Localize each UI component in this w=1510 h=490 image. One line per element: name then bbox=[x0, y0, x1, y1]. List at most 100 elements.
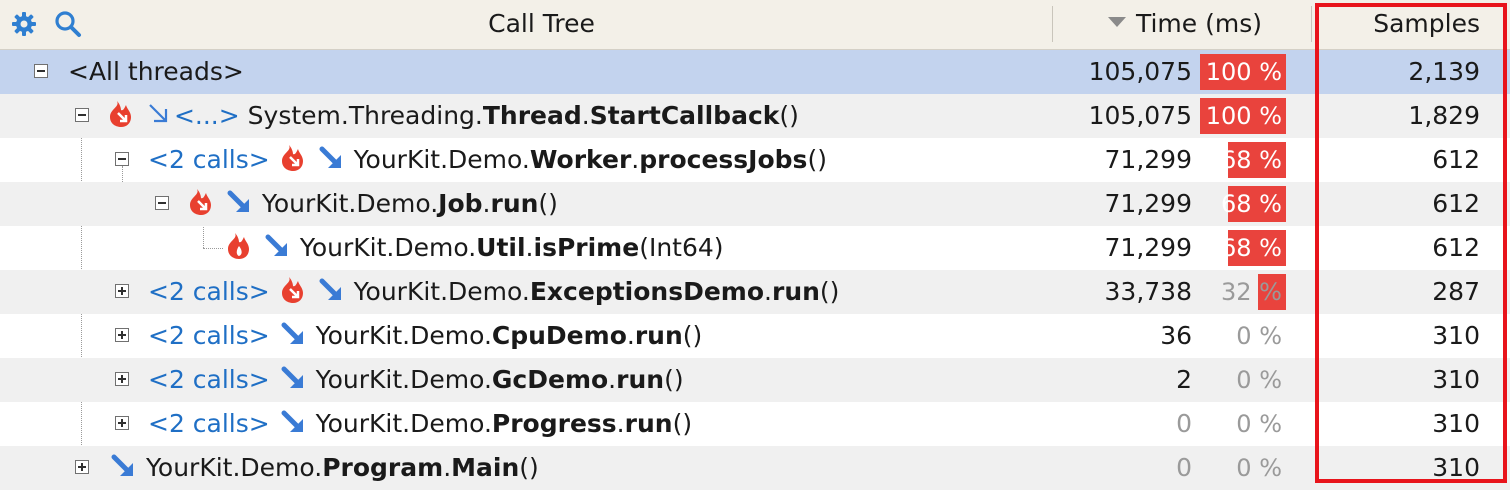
time-value: 71,299 bbox=[1104, 233, 1192, 262]
expand-toggle[interactable] bbox=[115, 328, 129, 342]
samples-value: 310 bbox=[1432, 409, 1480, 438]
flame-arrow-icon bbox=[110, 101, 131, 127]
package-name: YourKit.Demo. bbox=[315, 321, 492, 350]
samples-value: 1,829 bbox=[1408, 101, 1480, 130]
call-tree-header: Call Tree Time (ms) Samples bbox=[0, 0, 1510, 50]
ellipsis-link[interactable]: <...> bbox=[174, 101, 240, 130]
method-params: () bbox=[779, 101, 799, 130]
method-label: isPrime bbox=[533, 233, 640, 262]
time-percent: 68 % bbox=[1200, 230, 1286, 266]
time-value: 2 bbox=[1176, 365, 1192, 394]
samples-value: 2,139 bbox=[1408, 57, 1480, 86]
class-name: Worker bbox=[529, 145, 632, 174]
time-percent: 0 % bbox=[1200, 362, 1286, 398]
collapse-toggle[interactable] bbox=[75, 108, 89, 122]
table-row[interactable]: YourKit.Demo.Program.Main() 0 0 % 310 bbox=[0, 446, 1510, 490]
method-name: <2 calls> YourKit.Demo.ExceptionsDemo.ru… bbox=[148, 270, 839, 314]
class-name: Progress bbox=[491, 409, 617, 438]
class-name: Util bbox=[476, 233, 526, 262]
package-name: YourKit.Demo. bbox=[315, 365, 492, 394]
callee-arrow-icon bbox=[319, 146, 341, 168]
separator-dot: . bbox=[764, 277, 772, 306]
table-row[interactable]: YourKit.Demo.Job.run() 71,299 68 % 612 bbox=[0, 182, 1510, 226]
percent-label: 100 % bbox=[1205, 58, 1282, 86]
time-value: 0 bbox=[1176, 409, 1192, 438]
sort-descending-icon bbox=[1107, 17, 1126, 27]
column-header-time-label: Time (ms) bbox=[1135, 9, 1262, 38]
time-value: 0 bbox=[1176, 453, 1192, 482]
callee-arrow-icon bbox=[319, 278, 341, 300]
table-row[interactable]: <All threads> 105,075 100 % 2,139 bbox=[0, 50, 1510, 94]
expand-toggle[interactable] bbox=[115, 416, 129, 430]
table-row[interactable]: <2 calls> YourKit.Demo.ExceptionsDemo.ru… bbox=[0, 270, 1510, 314]
percent-label: 0 % bbox=[1236, 322, 1282, 350]
separator-dot: . bbox=[626, 321, 635, 350]
calls-link[interactable]: <2 calls> bbox=[148, 409, 270, 438]
column-header-call-tree[interactable]: Call Tree bbox=[90, 0, 993, 49]
callee-arrow-icon bbox=[281, 366, 303, 388]
method-params: () bbox=[819, 277, 840, 306]
calls-link[interactable]: <2 calls> bbox=[148, 145, 270, 174]
column-divider[interactable] bbox=[1052, 6, 1053, 42]
method-params: () bbox=[664, 365, 684, 394]
calls-link[interactable]: <2 calls> bbox=[148, 321, 270, 350]
search-icon[interactable] bbox=[54, 10, 82, 38]
method-name: <All threads> bbox=[68, 50, 244, 94]
column-header-time[interactable]: Time (ms) bbox=[1060, 0, 1310, 49]
flame-arrow-icon bbox=[281, 277, 303, 303]
collapse-toggle[interactable] bbox=[115, 152, 129, 166]
class-name: GcDemo bbox=[491, 365, 609, 394]
package-name: System.Threading. bbox=[247, 101, 483, 130]
method-name: <2 calls> YourKit.Demo.GcDemo.run() bbox=[148, 358, 684, 402]
collapse-toggle[interactable] bbox=[155, 196, 169, 210]
method-name: <2 calls> YourKit.Demo.CpuDemo.run() bbox=[148, 314, 702, 358]
method-label: run bbox=[616, 365, 665, 394]
package-name: YourKit.Demo. bbox=[145, 453, 323, 482]
method-name: YourKit.Demo.Job.run() bbox=[186, 182, 558, 226]
class-name: Program bbox=[322, 453, 444, 482]
table-row[interactable]: <2 calls> YourKit.Demo.CpuDemo.run() 36 … bbox=[0, 314, 1510, 358]
column-divider[interactable] bbox=[1311, 6, 1312, 42]
method-params: () bbox=[538, 189, 558, 218]
class-name: Job bbox=[438, 189, 483, 218]
collapse-toggle[interactable] bbox=[34, 64, 48, 78]
table-row[interactable]: <2 calls> YourKit.Demo.GcDemo.run() 2 0 … bbox=[0, 358, 1510, 402]
method-params: (Int64) bbox=[639, 233, 724, 262]
callee-arrow-icon bbox=[281, 410, 303, 432]
column-header-samples[interactable]: Samples bbox=[1330, 0, 1480, 49]
method-label: StartCallback bbox=[589, 101, 780, 130]
time-value: 36 bbox=[1160, 321, 1192, 350]
samples-value: 310 bbox=[1432, 365, 1480, 394]
method-name: YourKit.Demo.Util.isPrime(Int64) bbox=[224, 226, 724, 270]
percent-label: 0 % bbox=[1236, 410, 1282, 438]
samples-value: 310 bbox=[1432, 321, 1480, 350]
expand-toggle[interactable] bbox=[115, 372, 129, 386]
samples-value: 612 bbox=[1432, 189, 1480, 218]
calls-link[interactable]: <2 calls> bbox=[148, 277, 270, 306]
method-params: () bbox=[672, 409, 693, 438]
callee-arrow-icon bbox=[281, 322, 303, 344]
table-row[interactable]: <...> System.Threading.Thread.StartCallb… bbox=[0, 94, 1510, 138]
method-params: () bbox=[807, 145, 827, 174]
gear-icon[interactable] bbox=[10, 10, 38, 38]
method-name: <2 calls> YourKit.Demo.Progress.run() bbox=[148, 402, 692, 446]
calls-link[interactable]: <2 calls> bbox=[148, 365, 270, 394]
samples-value: 612 bbox=[1432, 145, 1480, 174]
percent-label: 32 % bbox=[1221, 278, 1282, 306]
table-row[interactable]: <2 calls> YourKit.Demo.Progress.run() 0 … bbox=[0, 402, 1510, 446]
time-value: 105,075 bbox=[1088, 101, 1192, 130]
class-name: ExceptionsDemo bbox=[529, 277, 765, 306]
separator-dot: . bbox=[443, 453, 452, 482]
class-name: Thread bbox=[482, 101, 582, 130]
percent-label: 100 % bbox=[1205, 102, 1282, 130]
expand-toggle[interactable] bbox=[115, 284, 129, 298]
time-percent: 100 % bbox=[1200, 98, 1286, 134]
time-percent: 68 % bbox=[1200, 142, 1286, 178]
table-row[interactable]: <2 calls> YourKit.Demo.Worker.processJob… bbox=[0, 138, 1510, 182]
expand-toggle[interactable] bbox=[75, 460, 89, 474]
method-label: Main bbox=[451, 453, 520, 482]
table-row[interactable]: YourKit.Demo.Util.isPrime(Int64) 71,299 … bbox=[0, 226, 1510, 270]
method-name: <...> System.Threading.Thread.StartCallb… bbox=[106, 94, 799, 138]
outgoing-call-icon bbox=[149, 104, 168, 123]
separator-dot: . bbox=[608, 365, 617, 394]
